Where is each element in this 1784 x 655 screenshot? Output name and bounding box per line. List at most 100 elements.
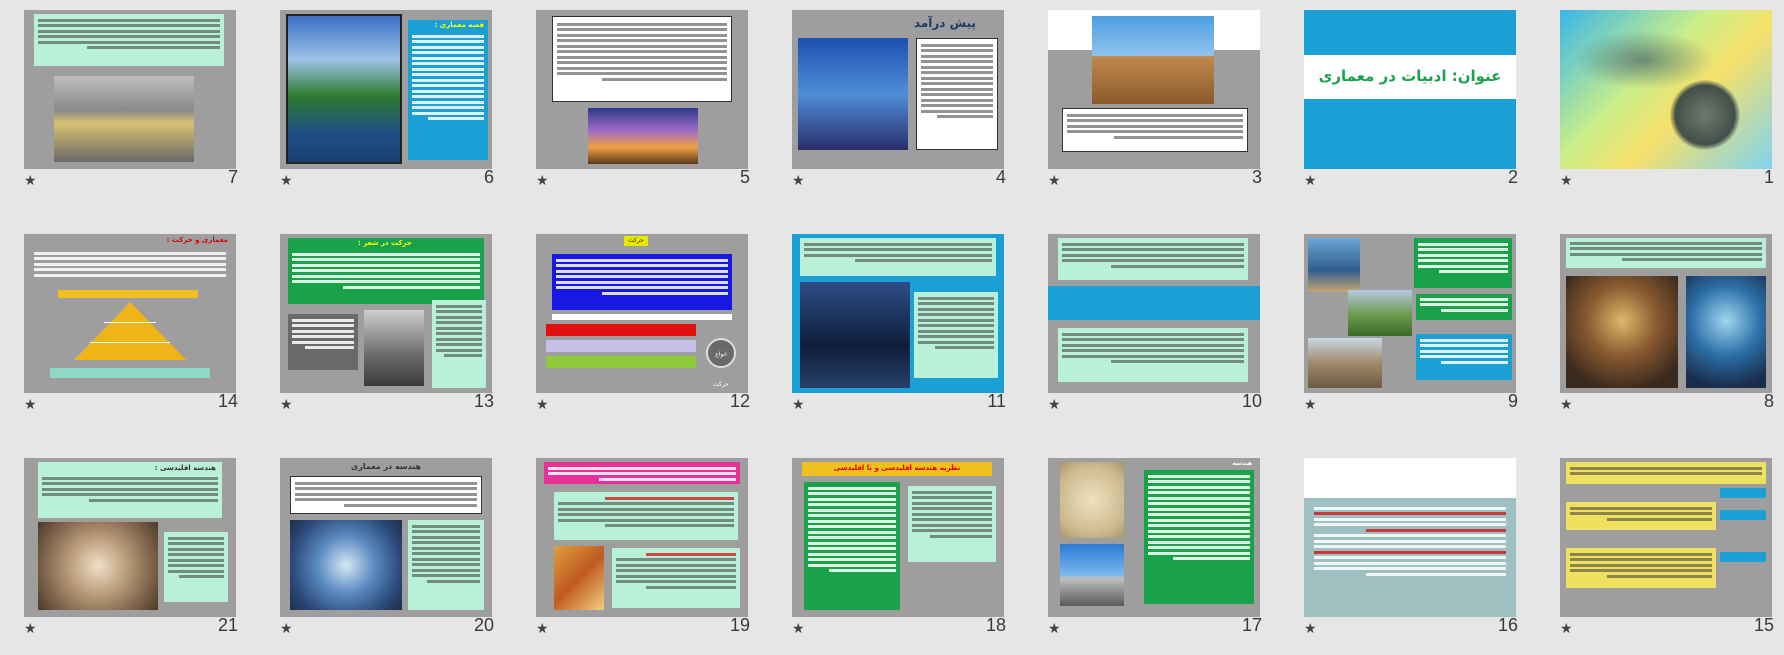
slide-thumbnail[interactable]: حرکت در شعر : — [280, 234, 492, 393]
slide-transition-icon[interactable]: ★ — [24, 173, 37, 189]
slide-transition-icon[interactable]: ★ — [280, 397, 293, 413]
text-box — [908, 486, 996, 562]
slide-cell[interactable]: حرکت انواع حرکت ★ 12 — [514, 226, 752, 431]
title-bar: نظریه هندسه اقلیدسی و نا اقلیدسی — [802, 462, 992, 476]
text-box — [916, 38, 998, 150]
slide-thumbnail[interactable]: هندسه — [1048, 458, 1260, 617]
slide-transition-icon[interactable]: ★ — [1048, 621, 1061, 637]
slide-cell[interactable]: پیش درآمد ★ 4 — [770, 2, 1008, 207]
slide-transition-icon[interactable]: ★ — [536, 173, 549, 189]
slide-thumbnail[interactable]: عنوان: ادبیات در معماری — [1304, 10, 1516, 169]
slide-thumbnail[interactable]: نظریه هندسه اقلیدسی و نا اقلیدسی — [792, 458, 1004, 617]
slide-cell[interactable]: نظریه هندسه اقلیدسی و نا اقلیدسی ★ 18 — [770, 450, 1008, 655]
slide-thumbnail[interactable] — [1048, 10, 1260, 169]
slide-cell[interactable]: هندسه اقلیدسی : ★ 21 — [2, 450, 240, 655]
text-box — [1416, 294, 1512, 320]
slide-transition-icon[interactable]: ★ — [1048, 397, 1061, 413]
slide-title: پیش درآمد — [913, 16, 976, 30]
pyramid-line — [90, 342, 170, 343]
slide-title: هندسه در معماری — [350, 462, 422, 471]
slide-thumbnail[interactable] — [536, 10, 748, 169]
text-lines — [30, 248, 230, 288]
slide-transition-icon[interactable]: ★ — [1560, 397, 1573, 413]
slide-cell[interactable]: ★ 7 — [2, 2, 240, 207]
slide-cell[interactable]: ★ 9 — [1282, 226, 1520, 431]
slide-cell[interactable]: ★ 19 — [514, 450, 752, 655]
ruins-image — [1308, 338, 1382, 388]
slide-cell[interactable]: هندسه ★ 17 — [1026, 450, 1264, 655]
slide-thumbnail[interactable]: هندسه در معماری — [280, 458, 492, 617]
slide-transition-icon[interactable]: ★ — [792, 173, 805, 189]
slide-transition-icon[interactable]: ★ — [536, 621, 549, 637]
slide-transition-icon[interactable]: ★ — [1048, 173, 1061, 189]
slide-thumbnail[interactable]: پیش درآمد — [792, 10, 1004, 169]
text-box — [804, 482, 900, 610]
text-box — [432, 300, 486, 388]
slide-cell[interactable]: ★ 1 — [1538, 2, 1776, 207]
slide-thumbnail[interactable]: معماری و حرکت : — [24, 234, 236, 393]
text-box: قصه معماری : — [408, 20, 488, 160]
slide-cell[interactable]: ★ 15 — [1538, 450, 1776, 655]
blue-label — [1720, 510, 1766, 520]
slide-transition-icon[interactable]: ★ — [792, 397, 805, 413]
slide-thumbnail[interactable] — [1304, 458, 1516, 617]
courtyard-image — [1348, 290, 1412, 336]
slide-thumbnail[interactable] — [24, 10, 236, 169]
slide-title: عنوان: ادبیات در معماری — [1318, 67, 1502, 85]
slide-thumbnail[interactable] — [536, 458, 748, 617]
mosque-image — [1092, 16, 1214, 104]
text-box — [288, 314, 358, 370]
slide-number: 12 — [729, 391, 750, 411]
slide-number: 16 — [1497, 615, 1518, 635]
slide-transition-icon[interactable]: ★ — [536, 397, 549, 413]
slide-cell[interactable]: ★ 16 — [1282, 450, 1520, 655]
text-box — [1062, 108, 1248, 152]
slide-transition-icon[interactable]: ★ — [792, 621, 805, 637]
slide-number: 7 — [227, 167, 238, 187]
text-box — [554, 492, 738, 540]
muqarnas-image — [38, 522, 158, 610]
slide-transition-icon[interactable]: ★ — [1560, 621, 1573, 637]
text-box — [1566, 462, 1766, 484]
text-box — [552, 254, 732, 310]
text-box — [552, 16, 732, 102]
slide-cell[interactable]: معماری و حرکت : ★ 14 — [2, 226, 240, 431]
slide-transition-icon[interactable]: ★ — [1304, 397, 1317, 413]
slide-cell[interactable]: ★ 3 — [1026, 2, 1264, 207]
slide-number: 18 — [985, 615, 1006, 635]
slide-cell[interactable]: ★ 8 — [1538, 226, 1776, 431]
slide-thumbnail[interactable] — [1560, 234, 1772, 393]
painting-image — [554, 546, 604, 610]
slide-transition-icon[interactable]: ★ — [24, 621, 37, 637]
slide-thumbnail[interactable] — [1560, 458, 1772, 617]
green-bar — [546, 356, 696, 368]
slide-thumbnail[interactable] — [1304, 234, 1516, 393]
text-box — [1058, 328, 1248, 382]
slide-title: معماری و حرکت : — [166, 236, 228, 244]
slide-thumbnail[interactable]: قصه معماری : — [280, 10, 492, 169]
text-box — [914, 292, 998, 378]
slide-cell[interactable]: ★ 11 — [770, 226, 1008, 431]
slide-transition-icon[interactable]: ★ — [24, 397, 37, 413]
text-box — [290, 476, 482, 514]
slide-cell[interactable]: ★ 5 — [514, 2, 752, 207]
slide-thumbnail[interactable] — [1560, 10, 1772, 169]
slide-transition-icon[interactable]: ★ — [280, 621, 293, 637]
slide-transition-icon[interactable]: ★ — [1560, 173, 1573, 189]
slide-thumbnail[interactable]: هندسه اقلیدسی : — [24, 458, 236, 617]
slide-cell[interactable]: عنوان: ادبیات در معماری ★ 2 — [1282, 2, 1520, 207]
slide-cell[interactable]: حرکت در شعر : ★ 13 — [258, 226, 496, 431]
slide-thumbnail[interactable]: حرکت انواع حرکت — [536, 234, 748, 393]
slide-cell[interactable]: هندسه در معماری ★ 20 — [258, 450, 496, 655]
text-box — [552, 314, 732, 320]
garden-image — [286, 14, 402, 164]
slide-cell[interactable]: قصه معماری : ★ 6 — [258, 2, 496, 207]
slide-transition-icon[interactable]: ★ — [1304, 621, 1317, 637]
slide-transition-icon[interactable]: ★ — [280, 173, 293, 189]
slide-thumbnail[interactable] — [1048, 234, 1260, 393]
slide-thumbnail[interactable] — [792, 234, 1004, 393]
slide-title: نظریه هندسه اقلیدسی و نا اقلیدسی — [833, 464, 961, 472]
slide-title: حرکت در شعر : — [358, 239, 412, 247]
slide-cell[interactable]: ★ 10 — [1026, 226, 1264, 431]
slide-transition-icon[interactable]: ★ — [1304, 173, 1317, 189]
